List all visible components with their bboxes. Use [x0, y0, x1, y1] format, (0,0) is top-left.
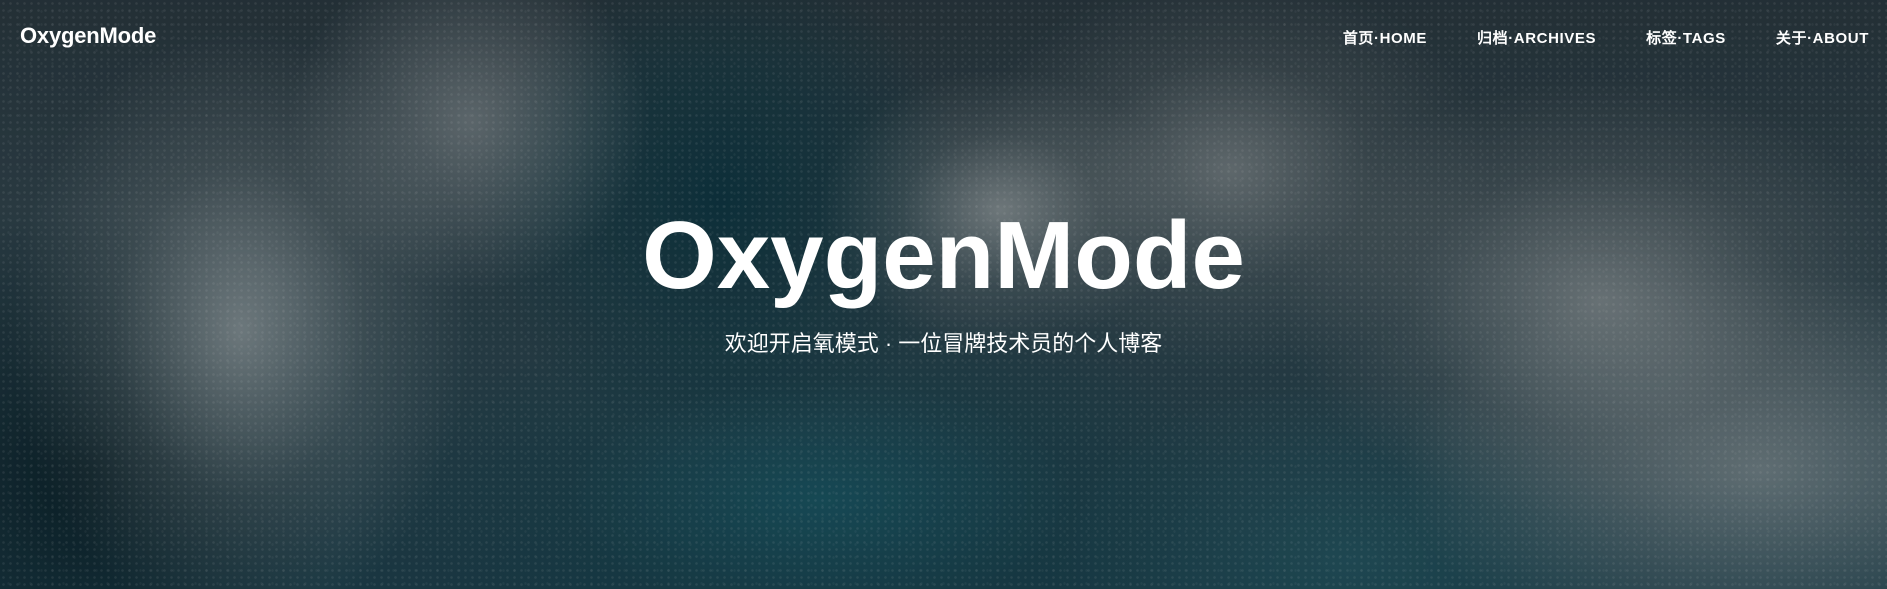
- site-title: OxygenMode: [642, 202, 1245, 309]
- nav-item-tags: 标签·TAGS: [1646, 27, 1726, 48]
- top-navbar: OxygenMode 首页·HOME 归档·ARCHIVES 标签·TAGS 关…: [0, 0, 1887, 74]
- brand-link[interactable]: OxygenMode: [20, 23, 156, 49]
- nav-item-home: 首页·HOME: [1343, 27, 1427, 48]
- hero-header: OxygenMode 首页·HOME 归档·ARCHIVES 标签·TAGS 关…: [0, 0, 1887, 589]
- nav-menu: 首页·HOME 归档·ARCHIVES 标签·TAGS 关于·ABOUT: [1343, 27, 1869, 48]
- nav-item-archives: 归档·ARCHIVES: [1477, 27, 1596, 48]
- nav-link-tags[interactable]: 标签·TAGS: [1646, 30, 1726, 47]
- nav-link-about[interactable]: 关于·ABOUT: [1776, 30, 1869, 47]
- nav-link-home[interactable]: 首页·HOME: [1343, 30, 1427, 47]
- site-heading: OxygenMode 欢迎开启氧模式 · 一位冒牌技术员的个人博客: [0, 203, 1887, 358]
- site-subtitle: 欢迎开启氧模式 · 一位冒牌技术员的个人博客: [724, 330, 1163, 356]
- nav-item-about: 关于·ABOUT: [1776, 27, 1869, 48]
- nav-link-archives[interactable]: 归档·ARCHIVES: [1477, 30, 1596, 47]
